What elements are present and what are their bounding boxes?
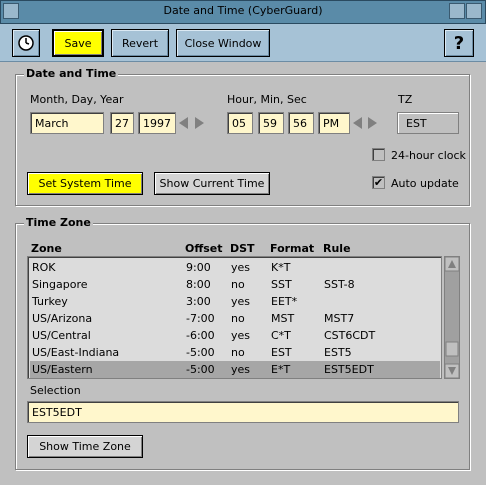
revert-button[interactable]: Revert — [111, 29, 169, 57]
dst-cell: yes — [231, 363, 251, 376]
format-cell: EST — [271, 346, 292, 359]
list-item[interactable]: Turkey 3:00 yes EET* — [30, 293, 440, 310]
format-cell: C*T — [271, 329, 291, 342]
column-header-format: Format — [270, 242, 315, 255]
revert-button-label: Revert — [121, 36, 159, 50]
list-scrollbar[interactable] — [444, 256, 460, 379]
selection-input[interactable]: EST5EDT — [27, 401, 459, 423]
scrollbar-graphic — [444, 256, 460, 379]
dst-cell: no — [231, 312, 245, 325]
zone-cell: ROK — [32, 261, 56, 274]
rule-cell: MST7 — [324, 312, 355, 325]
24-hour-clock-label: 24-hour clock — [391, 149, 466, 162]
auto-update-label: Auto update — [391, 177, 459, 190]
date-label: Month, Day, Year — [30, 93, 124, 106]
save-button[interactable]: Save — [52, 29, 104, 57]
dst-cell: yes — [231, 329, 251, 342]
hour-field[interactable]: 05 — [227, 112, 253, 134]
maximize-button[interactable] — [466, 3, 482, 19]
list-item-selected[interactable]: US/Eastern -5:00 yes E*T EST5EDT — [30, 361, 440, 378]
tz-field: EST — [397, 112, 459, 134]
rule-cell: CST6CDT — [324, 329, 376, 342]
offset-cell: -5:00 — [186, 363, 215, 376]
scroll-thumb — [445, 341, 459, 357]
year-field[interactable]: 1997 — [138, 112, 176, 134]
format-cell: SST — [271, 278, 292, 291]
dst-cell: yes — [231, 295, 251, 308]
offset-cell: -7:00 — [186, 312, 215, 325]
zone-cell: Singapore — [32, 278, 88, 291]
list-item[interactable]: Singapore 8:00 no SST SST-8 — [30, 276, 440, 293]
checkmark-icon: ✔ — [373, 176, 384, 189]
format-cell: MST — [271, 312, 295, 325]
format-cell: K*T — [271, 261, 291, 274]
offset-cell: 9:00 — [186, 261, 211, 274]
save-button-label: Save — [64, 36, 92, 50]
help-button[interactable]: ? — [444, 29, 474, 57]
offset-cell: -6:00 — [186, 329, 215, 342]
clock-icon — [18, 35, 34, 51]
format-cell: EET* — [271, 295, 298, 308]
show-current-time-label: Show Current Time — [159, 177, 265, 190]
dst-cell: no — [231, 278, 245, 291]
show-time-zone-button[interactable]: Show Time Zone — [27, 435, 143, 458]
time-label: Hour, Min, Sec — [227, 93, 307, 106]
month-field[interactable]: March — [30, 112, 104, 134]
time-zone-list[interactable]: ROK 9:00 yes K*T Singapore 8:00 no SST S… — [27, 256, 442, 379]
list-item[interactable]: US/Arizona -7:00 no MST MST7 — [30, 310, 440, 327]
show-time-zone-label: Show Time Zone — [39, 440, 131, 453]
minimize-button[interactable] — [449, 3, 465, 19]
second-field[interactable]: 56 — [288, 112, 314, 134]
auto-update-checkbox[interactable]: ✔ — [372, 176, 385, 189]
selection-label: Selection — [30, 384, 81, 397]
time-zone-section-title: Time Zone — [24, 216, 93, 229]
list-item[interactable]: ROK 9:00 yes K*T — [30, 259, 440, 276]
close-window-button-label: Close Window — [184, 36, 262, 50]
rule-cell: SST-8 — [324, 278, 355, 291]
list-item[interactable]: US/Central -6:00 yes C*T CST6CDT — [30, 327, 440, 344]
column-header-rule: Rule — [323, 242, 351, 255]
offset-cell: 3:00 — [186, 295, 211, 308]
show-current-time-button[interactable]: Show Current Time — [154, 172, 270, 195]
clock-button[interactable] — [12, 29, 40, 57]
rule-cell: EST5 — [324, 346, 352, 359]
minute-field[interactable]: 59 — [258, 112, 284, 134]
dst-cell: yes — [231, 261, 251, 274]
column-header-zone: Zone — [31, 242, 62, 255]
date-decrement-arrow-icon[interactable] — [179, 117, 188, 129]
help-icon: ? — [453, 32, 465, 54]
set-system-time-button[interactable]: Set System Time — [27, 172, 143, 195]
column-header-dst: DST — [230, 242, 255, 255]
close-window-button[interactable]: Close Window — [176, 29, 270, 57]
zone-cell: US/Central — [32, 329, 91, 342]
date-time-section-title: Date and Time — [24, 67, 119, 80]
24-hour-clock-checkbox[interactable] — [372, 148, 385, 161]
ampm-field[interactable]: PM — [318, 112, 350, 134]
window-menu-button[interactable] — [3, 3, 19, 19]
time-increment-arrow-icon[interactable] — [368, 117, 377, 129]
offset-cell: 8:00 — [186, 278, 211, 291]
dst-cell: no — [231, 346, 245, 359]
set-system-time-label: Set System Time — [38, 177, 132, 190]
zone-cell: Turkey — [32, 295, 68, 308]
column-header-offset: Offset — [185, 242, 223, 255]
list-item[interactable]: US/East-Indiana -5:00 no EST EST5 — [30, 344, 440, 361]
date-increment-arrow-icon[interactable] — [195, 117, 204, 129]
rule-cell: EST5EDT — [324, 363, 374, 376]
tz-label: TZ — [398, 93, 413, 106]
format-cell: E*T — [271, 363, 291, 376]
zone-cell: US/Arizona — [32, 312, 93, 325]
window-title: Date and Time (CyberGuard) — [163, 4, 323, 17]
zone-cell: US/East-Indiana — [32, 346, 120, 359]
day-field[interactable]: 27 — [110, 112, 134, 134]
time-decrement-arrow-icon[interactable] — [353, 117, 362, 129]
zone-cell: US/Eastern — [32, 363, 93, 376]
offset-cell: -5:00 — [186, 346, 215, 359]
